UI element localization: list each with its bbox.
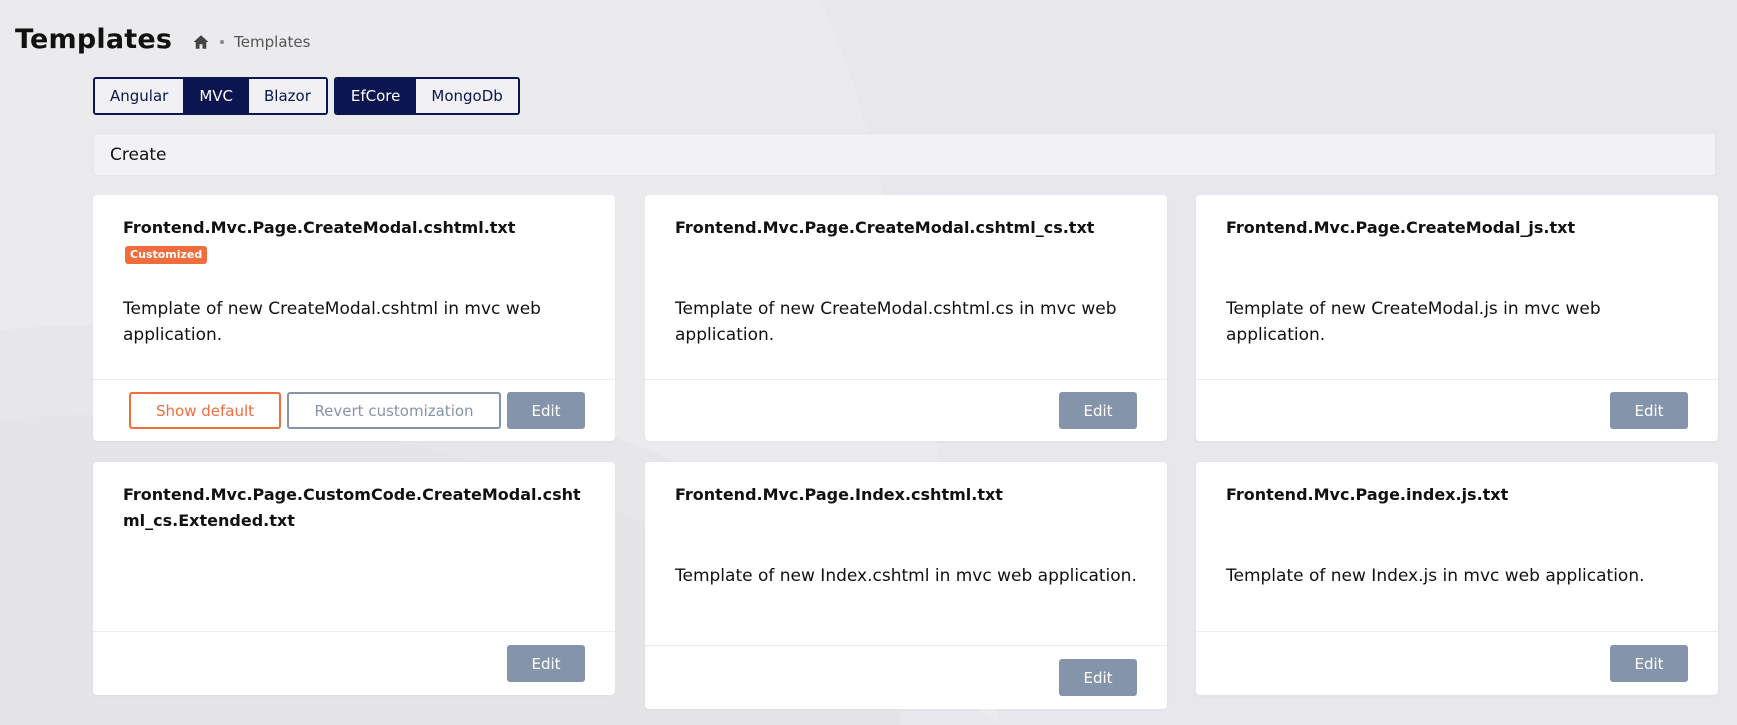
template-card-footer: Edit [645, 645, 1167, 709]
edit-button[interactable]: Edit [507, 392, 585, 429]
template-card: Frontend.Mvc.Page.index.js.txt Template … [1196, 462, 1718, 695]
template-card-title: Frontend.Mvc.Page.CreateModal.cshtml.txt… [123, 215, 585, 267]
template-card-description: Template of new Index.js in mvc web appl… [1226, 566, 1645, 586]
template-card-title: Frontend.Mvc.Page.CustomCode.CreateModal… [123, 485, 581, 530]
template-card-title: Frontend.Mvc.Page.Index.cshtml.txt [675, 485, 1003, 504]
template-card-footer: Edit [1196, 631, 1718, 695]
template-card-footer: Edit [93, 631, 615, 695]
template-card: Frontend.Mvc.Page.CreateModal.cshtml.txt… [93, 195, 615, 441]
template-card-title: Frontend.Mvc.Page.CreateModal_js.txt [1226, 218, 1576, 237]
toggle-angular[interactable]: Angular [95, 79, 184, 113]
ui-framework-group: Angular MVC Blazor [93, 77, 328, 115]
breadcrumb: Templates [192, 33, 310, 51]
breadcrumb-current: Templates [234, 32, 311, 51]
customized-badge: Customized [125, 245, 208, 264]
template-card: Frontend.Mvc.Page.CustomCode.CreateModal… [93, 462, 615, 695]
template-card-footer: Edit [645, 379, 1167, 441]
revert-customization-button[interactable]: Revert customization [287, 392, 501, 429]
template-card-title-text: Frontend.Mvc.Page.CreateModal.cshtml.txt [123, 218, 516, 237]
toggle-efcore[interactable]: EfCore [335, 79, 416, 113]
template-card-description: Template of new CreateModal.cshtml.cs in… [675, 299, 1117, 345]
edit-button[interactable]: Edit [1610, 645, 1688, 682]
template-card: Frontend.Mvc.Page.Index.cshtml.txt Templ… [645, 462, 1167, 709]
template-card-description: Template of new CreateModal.cshtml in mv… [123, 299, 541, 345]
section-header: Create [93, 133, 1716, 176]
template-card-footer: Show default Revert customization Edit [93, 379, 615, 441]
template-card: Frontend.Mvc.Page.CreateModal_js.txt Tem… [1196, 195, 1718, 441]
show-default-button[interactable]: Show default [129, 392, 281, 429]
template-card-title: Frontend.Mvc.Page.CreateModal.cshtml_cs.… [675, 218, 1095, 237]
template-card-description: Template of new CreateModal.js in mvc we… [1226, 299, 1601, 345]
page-header: Templates Templates [15, 24, 310, 55]
home-icon[interactable] [192, 33, 210, 51]
edit-button[interactable]: Edit [1059, 392, 1137, 429]
template-card: Frontend.Mvc.Page.CreateModal.cshtml_cs.… [645, 195, 1167, 441]
toggle-mvc[interactable]: MVC [183, 79, 249, 113]
breadcrumb-separator [220, 39, 225, 44]
toggle-blazor[interactable]: Blazor [248, 79, 326, 113]
toggle-mongodb[interactable]: MongoDb [415, 79, 518, 113]
edit-button[interactable]: Edit [1610, 392, 1688, 429]
template-card-footer: Edit [1196, 379, 1718, 441]
edit-button[interactable]: Edit [507, 645, 585, 682]
template-filter-toggles: Angular MVC Blazor EfCore MongoDb [93, 77, 520, 115]
edit-button[interactable]: Edit [1059, 659, 1137, 696]
database-provider-group: EfCore MongoDb [333, 77, 520, 115]
page-title: Templates [15, 24, 173, 55]
template-card-title: Frontend.Mvc.Page.index.js.txt [1226, 485, 1509, 504]
section-title: Create [110, 144, 167, 165]
template-card-description: Template of new Index.cshtml in mvc web … [675, 566, 1137, 586]
